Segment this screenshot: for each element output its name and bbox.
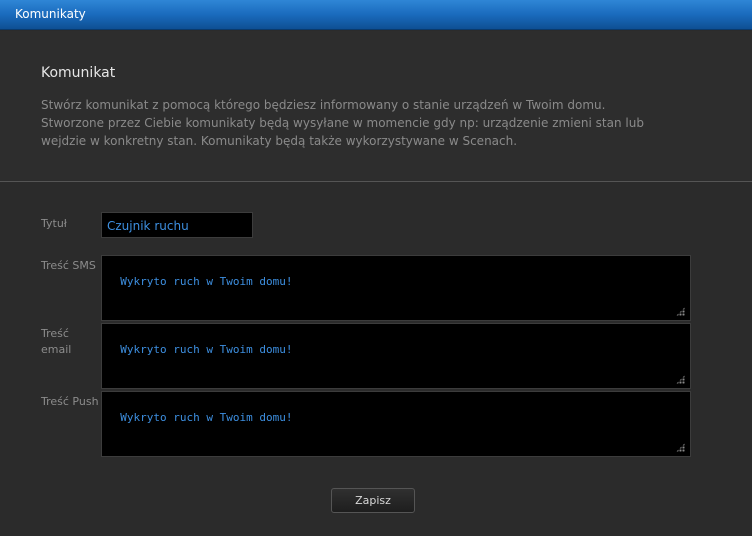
resize-grip-icon[interactable]	[676, 375, 685, 384]
push-textarea[interactable]: Wykryto ruch w Twoim domu!	[101, 391, 691, 457]
page-description: Stwórz komunikat z pomocą którego będzie…	[41, 98, 644, 148]
title-input[interactable]: Czujnik ruchu	[101, 212, 253, 238]
sms-label: Treść SMS	[41, 259, 96, 272]
push-label: Treść Push	[41, 395, 99, 408]
save-button[interactable]: Zapisz	[331, 488, 415, 513]
window-titlebar: Komunikaty	[0, 0, 752, 30]
title-label: Tytuł	[41, 217, 67, 230]
push-text: Wykryto ruch w Twoim domu!	[120, 411, 293, 424]
sms-textarea[interactable]: Wykryto ruch w Twoim domu!	[101, 255, 691, 321]
email-label: Treść email	[41, 327, 72, 356]
resize-grip-icon[interactable]	[676, 307, 685, 316]
window-title: Komunikaty	[15, 7, 86, 21]
resize-grip-icon[interactable]	[676, 443, 685, 452]
email-text: Wykryto ruch w Twoim domu!	[120, 343, 293, 356]
page-title: Komunikat	[41, 65, 116, 81]
email-textarea[interactable]: Wykryto ruch w Twoim domu!	[101, 323, 691, 389]
info-header: Komunikat Stwórz komunikat z pomocą któr…	[0, 31, 752, 182]
sms-text: Wykryto ruch w Twoim domu!	[120, 275, 293, 288]
